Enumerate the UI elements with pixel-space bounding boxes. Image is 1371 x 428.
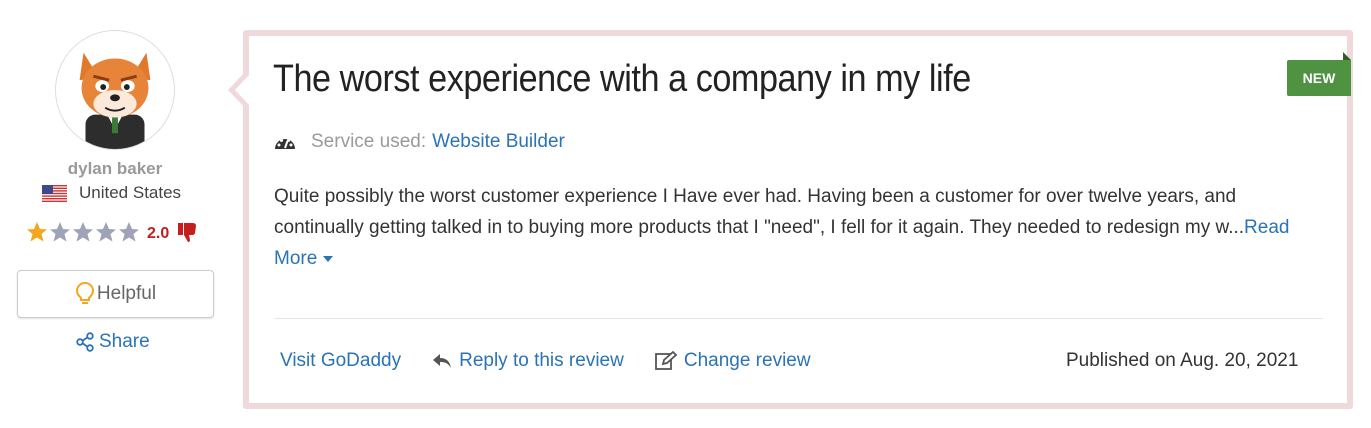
review-footer: Visit GoDaddy Reply to this review Chang… [280,350,811,372]
helpful-button[interactable]: Helpful [17,270,214,318]
service-label: Service used: [311,131,427,152]
review-body: Quite possibly the worst customer experi… [274,181,1329,274]
helpful-label: Helpful [96,283,157,304]
service-used: Service used: Website Builder [273,131,565,153]
reply-label: Reply to this review [459,350,624,371]
badge-fold [1343,52,1351,60]
reviewer-panel: dylan baker United States 2.0 Helpful Sh… [0,0,235,428]
reviewer-country: United States [42,183,181,203]
fox-avatar-icon[interactable] [55,30,175,150]
edit-icon [654,351,678,370]
visit-label: Visit GoDaddy [280,350,402,371]
new-badge: NEW [1287,60,1351,96]
caret-down-icon [323,255,334,262]
service-value-link[interactable]: Website Builder [432,131,565,153]
star-empty-icon [119,222,139,242]
share-label: Share [99,331,150,352]
reviewer-name: dylan baker [67,159,163,178]
visit-company-link[interactable]: Visit GoDaddy [280,350,401,372]
review-title[interactable]: The worst experience with a company in m… [273,58,971,101]
reply-link[interactable]: Reply to this review [431,350,624,372]
thumbs-down-icon [178,223,197,242]
lightbulb-icon [75,281,94,304]
dashboard-gauge-icon [275,139,295,149]
review-body-text: Quite possibly the worst customer experi… [274,186,1245,238]
published-date: Published on Aug. 20, 2021 [1066,350,1299,371]
star-empty-icon [96,222,116,242]
change-review-link[interactable]: Change review [654,350,811,372]
change-label: Change review [683,350,811,371]
star-empty-icon [73,222,93,242]
share-link[interactable]: Share [75,331,150,353]
share-icon [76,332,94,352]
star-rating: 2.0 [25,220,199,244]
divider [274,318,1323,319]
star-filled-icon [27,222,47,242]
us-flag-icon [42,184,67,202]
rating-value: 2.0 [147,225,170,242]
country-label: United States [79,183,182,202]
reply-icon [433,354,452,368]
card-pointer-inner [235,75,249,105]
star-empty-icon [50,222,70,242]
